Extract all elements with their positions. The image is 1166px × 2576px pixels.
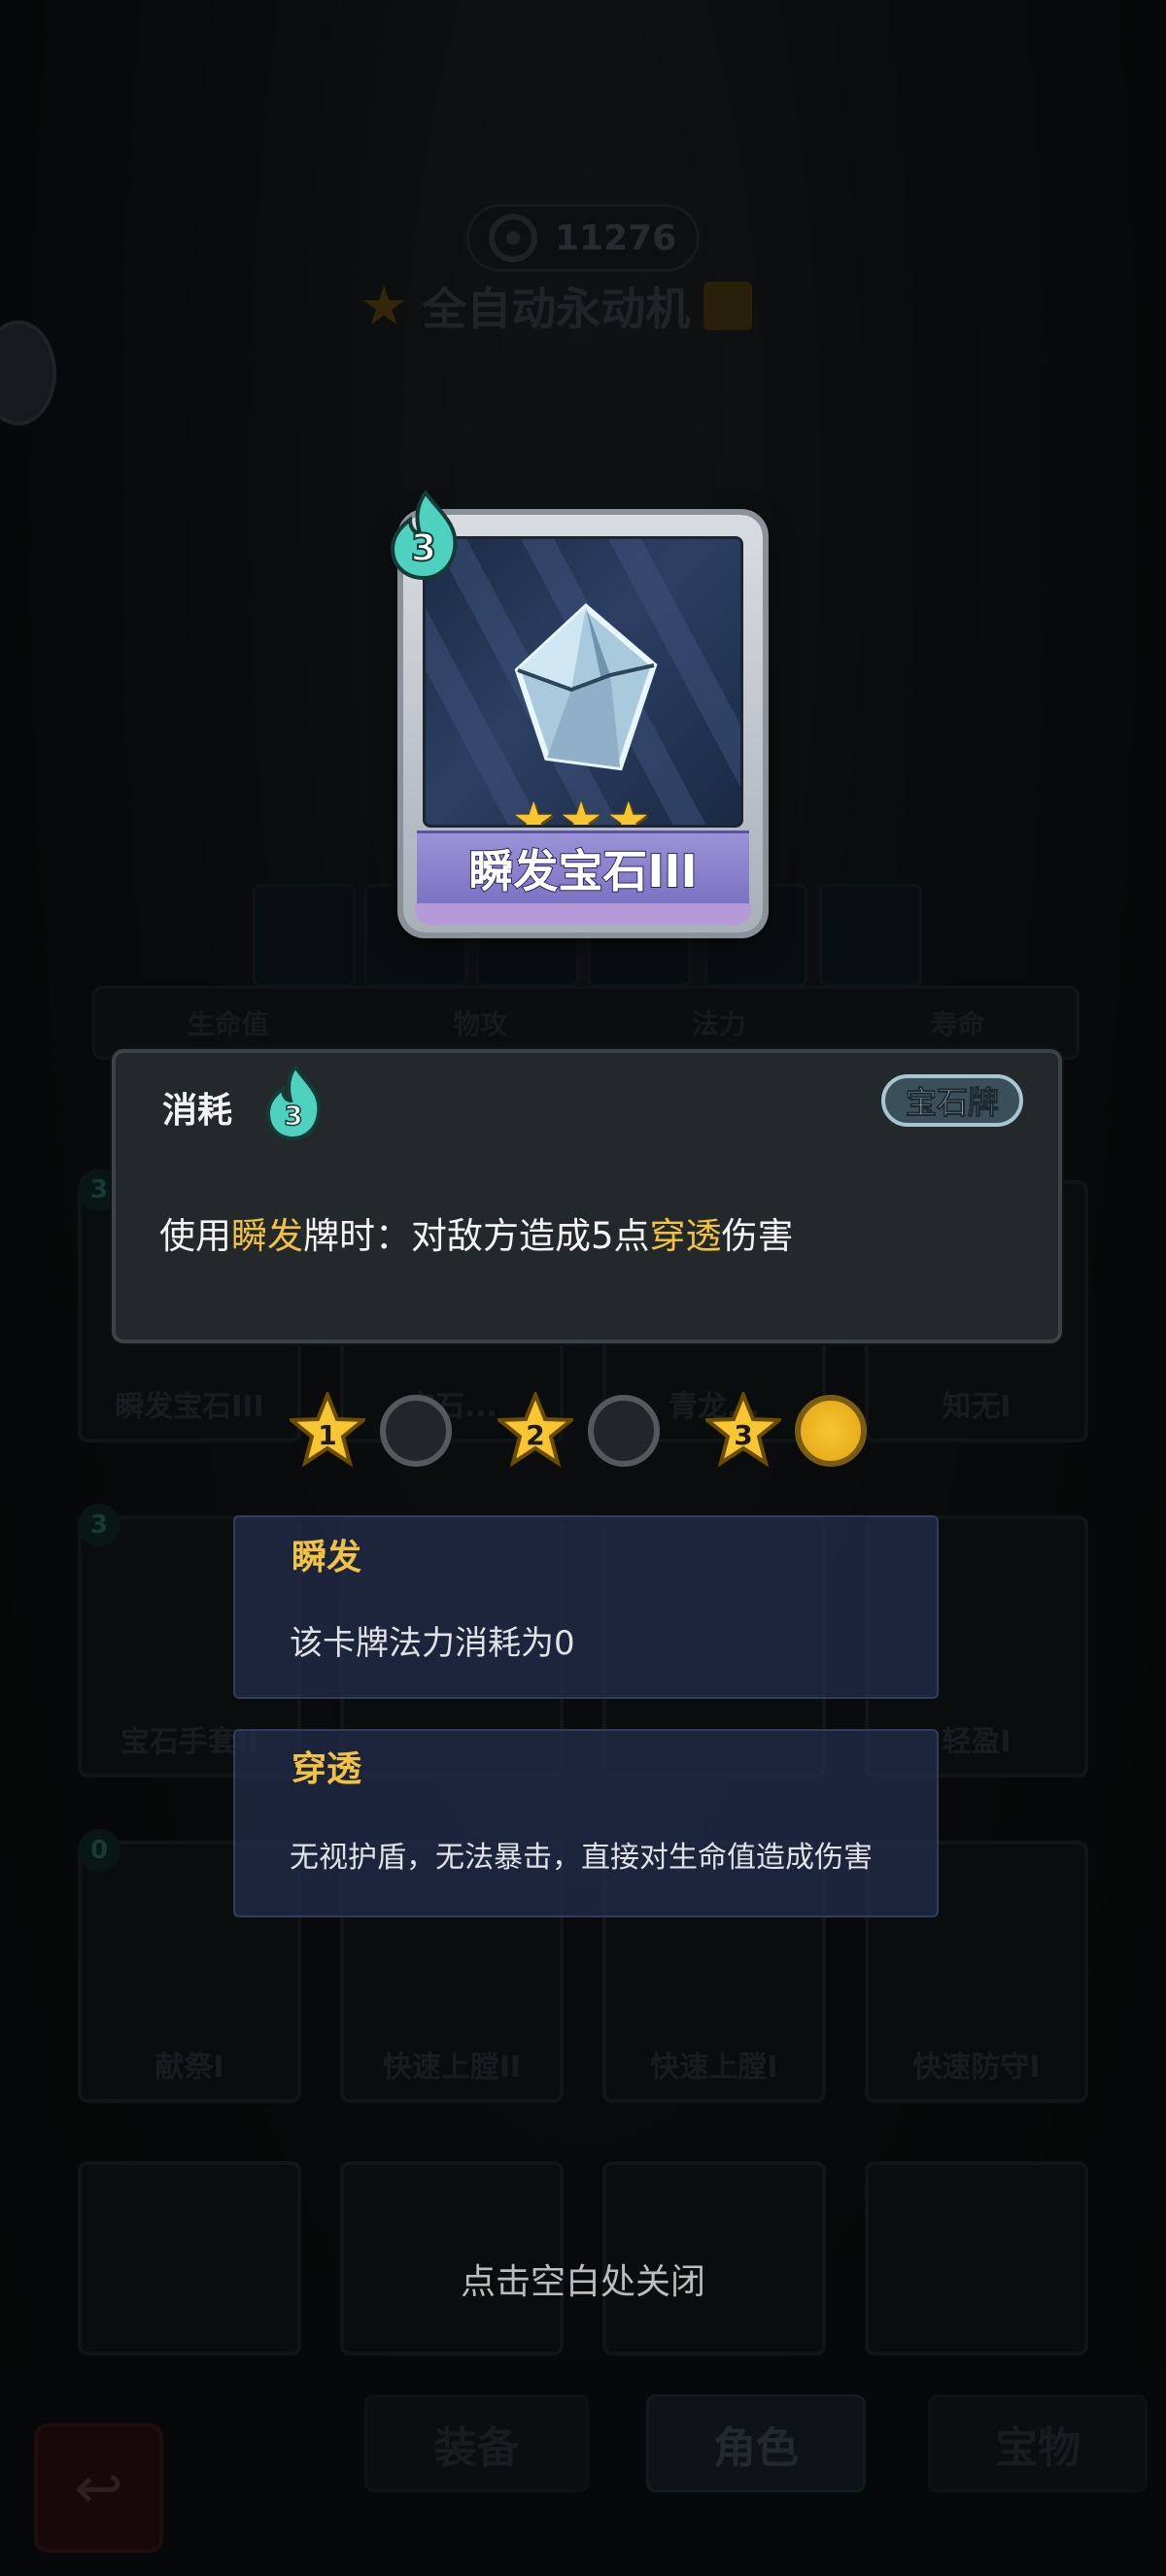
- desc-text: 伤害: [721, 1215, 794, 1257]
- card-name: 瞬发宝石III: [467, 844, 698, 898]
- card-description: 使用瞬发牌时：对敌方造成5点穿透伤害: [159, 1206, 794, 1259]
- level-indicator-active: [795, 1395, 867, 1467]
- level-label: 3: [734, 1419, 752, 1451]
- card-detail-panel: 消耗 3 宝石牌 使用瞬发牌时：对敌方造成5点穿透伤害: [112, 1049, 1062, 1343]
- keyword-text: 无视护盾，无法暴击，直接对生命值造成伤害: [290, 1841, 873, 1875]
- level-star-2[interactable]: 2: [497, 1392, 573, 1468]
- card-bottom-edge: [415, 903, 751, 925]
- keyword-title: 穿透: [292, 1749, 362, 1789]
- card-cost: 3: [411, 526, 436, 569]
- keyword-title: 瞬发: [292, 1538, 362, 1577]
- card-type-tag: 宝石牌: [881, 1074, 1023, 1127]
- level-star-3[interactable]: 3: [705, 1392, 781, 1468]
- mana-flame-icon: 3: [265, 1065, 322, 1140]
- desc-text: 使用: [159, 1215, 231, 1257]
- consume-value: 3: [284, 1100, 302, 1132]
- close-hint: 点击空白处关闭: [460, 2262, 705, 2302]
- mana-flame-icon: 3: [390, 491, 458, 580]
- card-name-band: 瞬发宝石III: [417, 830, 749, 906]
- desc-keyword: 穿透: [649, 1215, 722, 1257]
- keyword-box: 穿透 无视护盾，无法暴击，直接对生命值造成伤害: [233, 1729, 939, 1917]
- card-art: ★★★: [423, 536, 743, 828]
- keyword-text: 该卡牌法力消耗为0: [290, 1624, 575, 1663]
- desc-keyword: 瞬发: [231, 1215, 303, 1257]
- gem-icon: [514, 602, 658, 771]
- level-star-1[interactable]: 1: [290, 1392, 365, 1468]
- level-label: 1: [318, 1419, 336, 1451]
- keyword-box: 瞬发 该卡牌法力消耗为0: [233, 1515, 939, 1699]
- consume-label: 消耗: [162, 1091, 233, 1131]
- level-indicator: [588, 1395, 660, 1467]
- level-label: 2: [526, 1419, 544, 1451]
- level-indicator: [380, 1395, 452, 1467]
- desc-text: 牌时：对敌方造成5点: [303, 1215, 650, 1257]
- card-stars: ★★★: [511, 792, 655, 828]
